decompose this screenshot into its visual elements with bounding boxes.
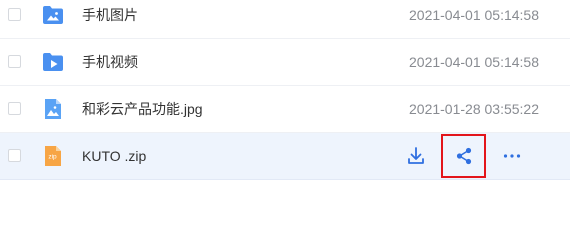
more-button[interactable] — [492, 133, 532, 179]
file-name[interactable]: KUTO .zip — [82, 147, 146, 165]
folder-video-icon — [42, 52, 64, 72]
row-checkbox[interactable] — [8, 149, 21, 162]
file-date: 2021-04-01 05:14:58 — [409, 54, 539, 70]
more-icon — [503, 154, 521, 158]
row-checkbox[interactable] — [8, 102, 21, 115]
download-icon — [408, 147, 424, 164]
download-button[interactable] — [396, 133, 436, 179]
file-row[interactable]: zip KUTO .zip — [0, 133, 570, 180]
file-name[interactable]: 手机视频 — [82, 53, 138, 71]
file-date: 2021-04-01 05:14:58 — [409, 7, 539, 23]
share-button[interactable] — [441, 134, 486, 178]
file-row[interactable]: 手机视频 2021-04-01 05:14:58 — [0, 39, 570, 86]
file-row[interactable]: 手机图片 2021-04-01 05:14:58 — [0, 0, 570, 39]
file-date: 2021-01-28 03:55:22 — [409, 101, 539, 117]
image-file-icon — [42, 99, 64, 119]
row-checkbox[interactable] — [8, 55, 21, 68]
folder-image-icon — [42, 5, 64, 25]
share-icon — [456, 147, 471, 165]
row-checkbox[interactable] — [8, 8, 21, 21]
zip-file-icon: zip — [42, 146, 64, 166]
zip-badge-label: zip — [48, 154, 57, 161]
file-row[interactable]: 和彩云产品功能.jpg 2021-01-28 03:55:22 — [0, 86, 570, 133]
file-name[interactable]: 手机图片 — [82, 6, 138, 24]
file-list: 手机图片 2021-04-01 05:14:58 手机视频 2021-04-01… — [0, 0, 570, 180]
file-name[interactable]: 和彩云产品功能.jpg — [82, 100, 203, 118]
